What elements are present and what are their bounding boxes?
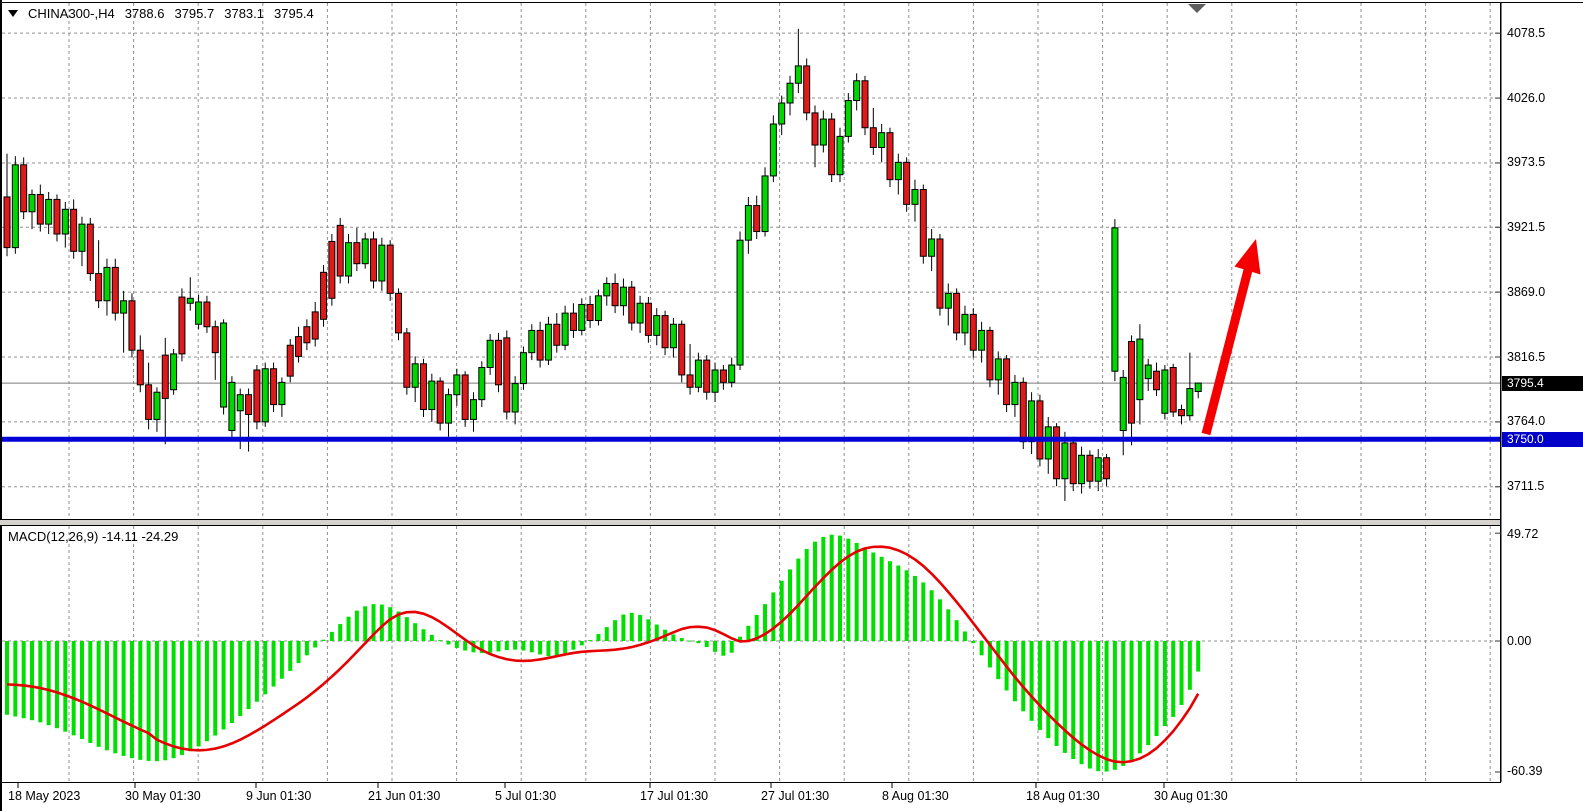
time-axis-label: 18 Aug 01:30 xyxy=(1026,789,1100,803)
price-axis-label: 4078.5 xyxy=(1507,26,1545,40)
macd-value: -14.11 xyxy=(102,529,138,544)
macd-scale-max: 49.72 xyxy=(1507,527,1538,541)
macd-signal-value: -24.29 xyxy=(141,529,178,544)
macd-scale-zero: 0.00 xyxy=(1507,634,1531,648)
symbol-period-label: CHINA300-,H4 xyxy=(28,6,115,21)
price-axis-label: 3869.0 xyxy=(1507,285,1545,299)
time-axis-label: 17 Jul 01:30 xyxy=(640,789,708,803)
current-price-badge: 3795.4 xyxy=(1502,376,1583,391)
trend-arrow[interactable] xyxy=(1206,239,1261,434)
macd-indicator-label: MACD(12,26,9) -14.11 -24.29 xyxy=(8,529,178,544)
time-axis-label: 30 Aug 01:30 xyxy=(1154,789,1228,803)
macd-scale-min: -60.39 xyxy=(1507,764,1542,778)
price-axis-label: 4026.0 xyxy=(1507,91,1545,105)
chart-title: CHINA300-,H4 3788.6 3795.7 3783.1 3795.4 xyxy=(8,6,314,21)
price-axis-label: 3973.5 xyxy=(1507,155,1545,169)
symbol-marker-icon xyxy=(8,10,18,17)
chart-window: CHINA300-,H4 3788.6 3795.7 3783.1 3795.4 MAC… xyxy=(0,0,1583,811)
time-axis-label: 9 Jun 01:30 xyxy=(246,789,311,803)
macd-signal-line xyxy=(7,547,1198,763)
open-value: 3788.6 xyxy=(125,6,165,21)
price-axis-label: 3816.5 xyxy=(1507,350,1545,364)
macd-histogram xyxy=(5,535,1200,772)
support-level-badge: 3750.0 xyxy=(1502,432,1583,447)
price-chart-canvas[interactable] xyxy=(0,0,1583,811)
time-axis-label: 8 Aug 01:30 xyxy=(882,789,949,803)
time-axis-label: 27 Jul 01:30 xyxy=(761,789,829,803)
time-axis-label: 18 May 2023 xyxy=(8,789,80,803)
anchor-marker[interactable] xyxy=(1188,4,1206,13)
price-axis-label: 3921.5 xyxy=(1507,220,1545,234)
macd-name: MACD(12,26,9) xyxy=(8,529,98,544)
price-axis-label: 3764.0 xyxy=(1507,414,1545,428)
panel-splitter[interactable] xyxy=(0,520,1500,525)
time-axis-label: 5 Jul 01:30 xyxy=(495,789,556,803)
time-axis-label: 21 Jun 01:30 xyxy=(368,789,440,803)
high-value: 3795.7 xyxy=(174,6,214,21)
candles-layer xyxy=(4,29,1201,501)
low-value: 3783.1 xyxy=(224,6,264,21)
close-value: 3795.4 xyxy=(274,6,314,21)
price-axis-label: 3711.5 xyxy=(1507,479,1544,493)
time-axis-label: 30 May 01:30 xyxy=(125,789,201,803)
